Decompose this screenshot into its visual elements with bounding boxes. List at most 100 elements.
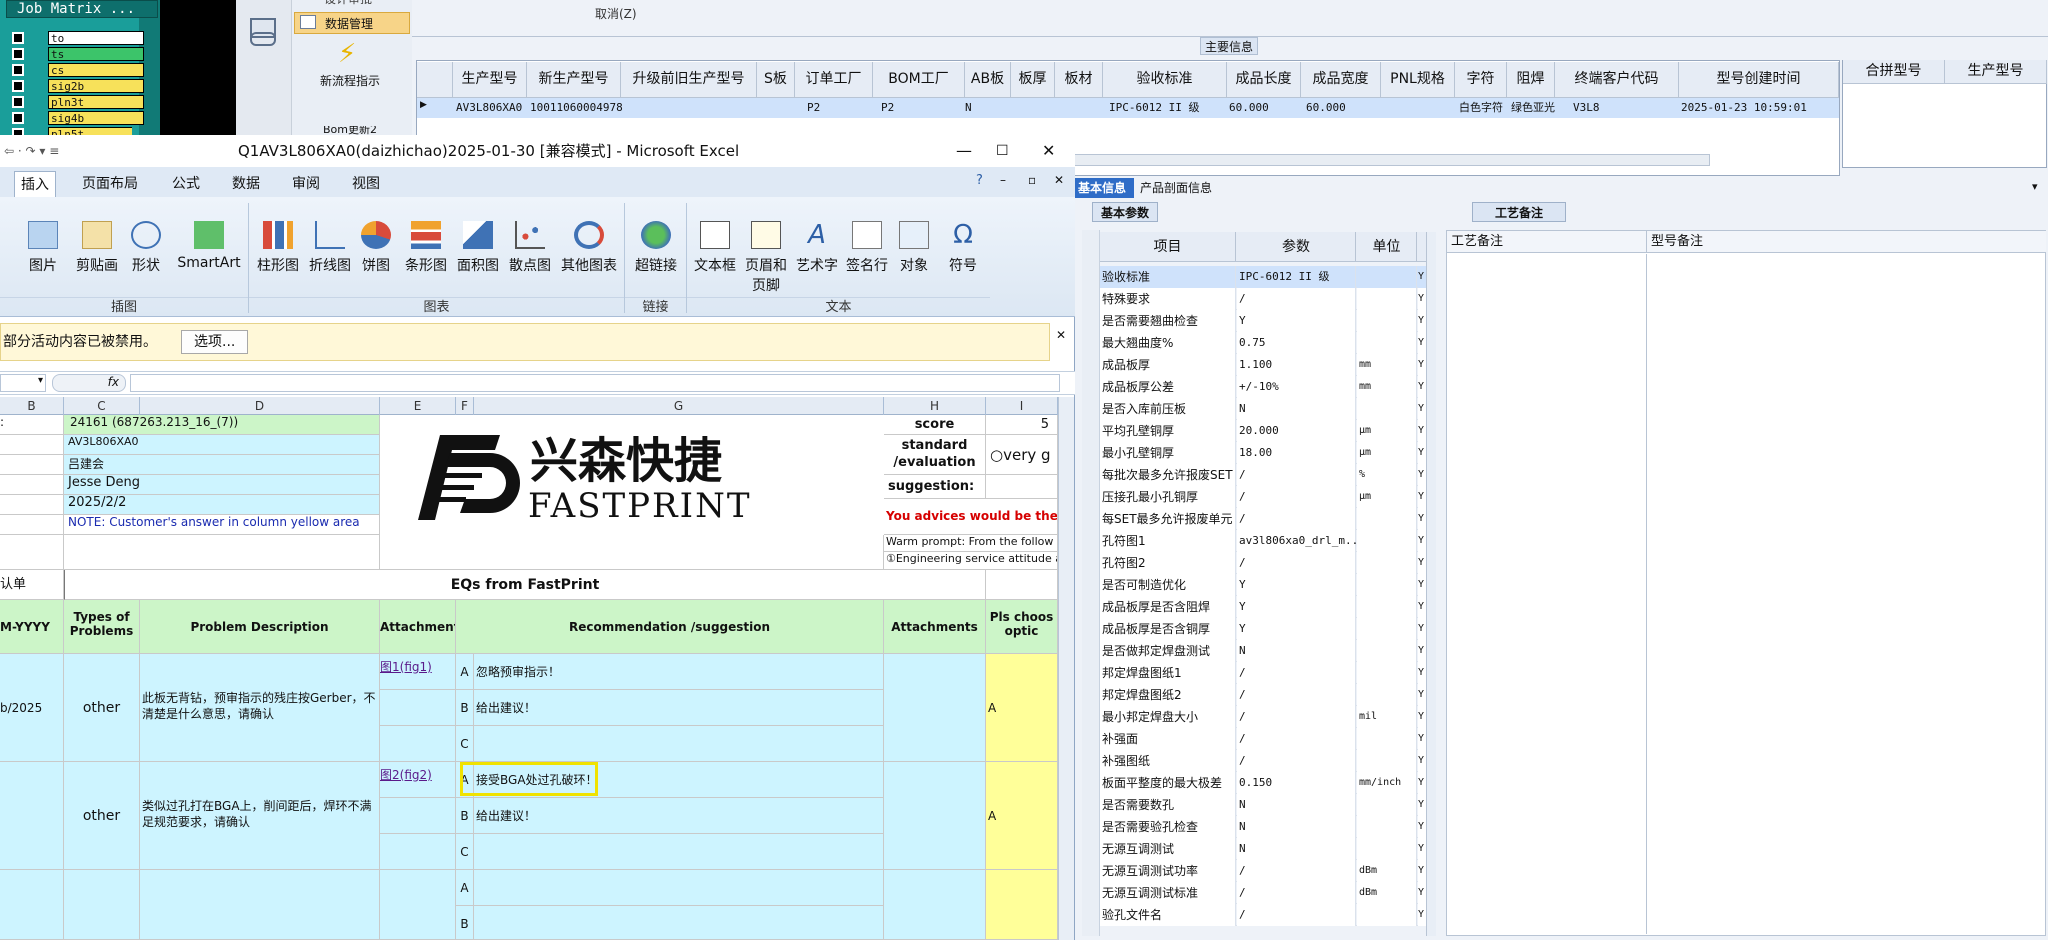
- param-flag[interactable]: Y: [1418, 816, 1426, 838]
- ribbon-btn-smartart[interactable]: SmartArt: [168, 221, 250, 301]
- cell[interactable]: [64, 535, 380, 570]
- param-value[interactable]: N: [1237, 794, 1356, 816]
- checkbox-icon[interactable]: [12, 48, 24, 60]
- param-value[interactable]: 20.000: [1237, 420, 1356, 442]
- param-value[interactable]: Y: [1237, 618, 1356, 640]
- param-row[interactable]: 板面平整度的最大极差 0.150 mm/inch Y: [1100, 772, 1426, 794]
- param-value[interactable]: IPC-6012 II 级: [1237, 266, 1356, 288]
- checkbox-icon[interactable]: [12, 112, 24, 124]
- param-row[interactable]: 无源互调测试功率 / dBm Y: [1100, 860, 1426, 882]
- nav-item-bom-update[interactable]: Bom更新2: [292, 126, 408, 135]
- param-row[interactable]: 成品板厚 1.100 mm Y: [1100, 354, 1426, 376]
- param-item[interactable]: 是否做邦定焊盘测试: [1100, 640, 1236, 662]
- column-header-g[interactable]: G: [474, 397, 884, 415]
- param-unit[interactable]: [1357, 794, 1417, 816]
- param-flag[interactable]: Y: [1418, 332, 1426, 354]
- param-flag[interactable]: Y: [1418, 486, 1426, 508]
- checkbox-icon[interactable]: [12, 32, 24, 44]
- param-value[interactable]: N: [1237, 838, 1356, 860]
- col-standard[interactable]: 验收标准: [1103, 62, 1227, 98]
- param-value[interactable]: Y: [1237, 574, 1356, 596]
- ribbon-btn-header-footer[interactable]: 页眉和页脚: [740, 221, 792, 301]
- ribbon-btn-wordart[interactable]: A 艺术字: [792, 221, 842, 301]
- param-item[interactable]: 是否需要验孔检查: [1100, 816, 1236, 838]
- cell-contact[interactable]: Jesse Deng: [64, 475, 380, 495]
- ribbon-btn-clipart[interactable]: 剪贴画: [68, 221, 126, 301]
- param-row[interactable]: 特殊要求 / Y: [1100, 288, 1426, 310]
- fx-button[interactable]: fx: [52, 374, 126, 392]
- checkbox-icon[interactable]: [12, 128, 24, 135]
- q1-option-c[interactable]: [474, 726, 884, 762]
- job-matrix-title[interactable]: Job Matrix ...: [6, 0, 158, 18]
- close-icon[interactable]: ✕: [1042, 135, 1055, 167]
- param-flag[interactable]: Y: [1418, 618, 1426, 640]
- cell[interactable]: [884, 870, 986, 940]
- col-process-note[interactable]: 工艺备注: [1447, 231, 1647, 253]
- q2-attachments[interactable]: [884, 762, 986, 870]
- param-unit[interactable]: [1357, 684, 1417, 706]
- param-value[interactable]: Y: [1237, 310, 1356, 332]
- param-flag[interactable]: Y: [1418, 266, 1426, 288]
- param-row[interactable]: 邦定焊盘图纸2/ Y: [1100, 684, 1426, 706]
- cell[interactable]: :: [0, 415, 64, 435]
- cell[interactable]: [380, 535, 884, 570]
- job-matrix-item[interactable]: cs: [12, 62, 144, 78]
- param-row[interactable]: 补强图纸 / Y: [1100, 750, 1426, 772]
- col-soldermask[interactable]: 阻焊: [1507, 62, 1555, 98]
- param-flag[interactable]: Y: [1418, 904, 1426, 926]
- param-flag[interactable]: Y: [1418, 860, 1426, 882]
- col-production-no-2[interactable]: 生产型号: [1945, 60, 2047, 84]
- cell-date[interactable]: 2025/2/2: [64, 495, 380, 515]
- col-unit[interactable]: 单位: [1357, 232, 1417, 262]
- cell[interactable]: 绿色亚光: [1508, 98, 1556, 118]
- q2-attachment-link[interactable]: 图2(fig2): [380, 762, 456, 798]
- cancel-menu-item[interactable]: 取消(Z): [595, 5, 637, 22]
- cell[interactable]: [380, 726, 456, 762]
- cell[interactable]: P2: [804, 98, 864, 118]
- param-item[interactable]: 补强面: [1100, 728, 1236, 750]
- q2-answer[interactable]: A: [986, 762, 1058, 870]
- checkbox-icon[interactable]: [12, 96, 24, 108]
- param-value[interactable]: /: [1237, 288, 1356, 310]
- param-unit[interactable]: [1357, 552, 1417, 574]
- param-unit[interactable]: μm: [1357, 486, 1417, 508]
- param-flag[interactable]: Y: [1418, 354, 1426, 376]
- q1-desc[interactable]: 此板无背钻，预审指示的残庄按Gerber，不清楚是什么意思，请确认: [140, 654, 380, 762]
- suggestion-cell[interactable]: [986, 475, 1058, 499]
- param-row[interactable]: 邦定焊盘图纸1/ Y: [1100, 662, 1426, 684]
- param-value[interactable]: /: [1237, 882, 1356, 904]
- name-box-dropdown[interactable]: ▾: [0, 374, 46, 392]
- cell[interactable]: [474, 870, 884, 906]
- column-header-i[interactable]: I: [986, 397, 1058, 415]
- param-flag[interactable]: Y: [1418, 508, 1426, 530]
- col-bom-factory[interactable]: BOM工厂: [873, 62, 965, 98]
- param-value[interactable]: 1.100: [1237, 354, 1356, 376]
- param-unit[interactable]: mil: [1357, 706, 1417, 728]
- param-unit[interactable]: [1357, 508, 1417, 530]
- ribbon-close-icon[interactable]: ✕: [1054, 173, 1064, 187]
- cell-engineer[interactable]: 吕建会: [64, 455, 380, 475]
- param-row[interactable]: 无源互调测试 N Y: [1100, 838, 1426, 860]
- cell[interactable]: [986, 570, 1058, 600]
- col-created[interactable]: 型号创建时间: [1679, 62, 1839, 98]
- param-flag[interactable]: Y: [1418, 728, 1426, 750]
- q1-attachments[interactable]: [884, 654, 986, 762]
- cell[interactable]: [474, 906, 884, 940]
- param-unit[interactable]: [1357, 398, 1417, 420]
- param-value[interactable]: N: [1237, 398, 1356, 420]
- job-matrix-item[interactable]: pln3t: [12, 94, 144, 110]
- job-matrix-item[interactable]: pln5t: [12, 126, 132, 135]
- param-unit[interactable]: [1357, 662, 1417, 684]
- tab-page-layout[interactable]: 页面布局: [76, 171, 144, 197]
- param-row[interactable]: 平均孔壁铜厚 20.000 μm Y: [1100, 420, 1426, 442]
- param-item[interactable]: 压接孔最小孔铜厚: [1100, 486, 1236, 508]
- param-unit[interactable]: [1357, 728, 1417, 750]
- param-item[interactable]: 成品板厚公差: [1100, 376, 1236, 398]
- excel-vertical-scrollbar[interactable]: [1058, 397, 1074, 940]
- col-thickness[interactable]: 板厚: [1011, 62, 1055, 98]
- param-flag[interactable]: Y: [1418, 882, 1426, 904]
- param-row[interactable]: 是否做邦定焊盘测试 N Y: [1100, 640, 1426, 662]
- param-unit[interactable]: [1357, 640, 1417, 662]
- cell-note[interactable]: NOTE: Customer's answer in column yellow…: [64, 515, 380, 535]
- param-item[interactable]: 最小邦定焊盘大小: [1100, 706, 1236, 728]
